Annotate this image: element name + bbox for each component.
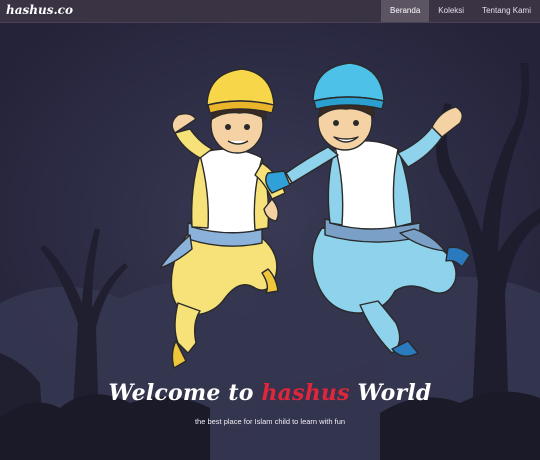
nav-item-koleksi[interactable]: Koleksi: [429, 0, 473, 22]
nav-item-beranda[interactable]: Beranda: [381, 0, 430, 22]
brand-logo[interactable]: hashus.co: [6, 3, 73, 17]
hero-tagline: the best place for Islam child to learn …: [194, 417, 346, 426]
top-navbar: hashus.co Beranda Koleksi Tentang Kami: [0, 0, 540, 23]
main-nav: Beranda Koleksi Tentang Kami: [381, 0, 540, 22]
nav-item-tentang-kami[interactable]: Tentang Kami: [473, 0, 540, 22]
headline-before: Welcome to: [108, 380, 262, 406]
headline-after: World: [349, 380, 432, 406]
hero-headline: Welcome to hashus World: [0, 380, 540, 406]
headline-accent: hashus: [261, 380, 350, 406]
